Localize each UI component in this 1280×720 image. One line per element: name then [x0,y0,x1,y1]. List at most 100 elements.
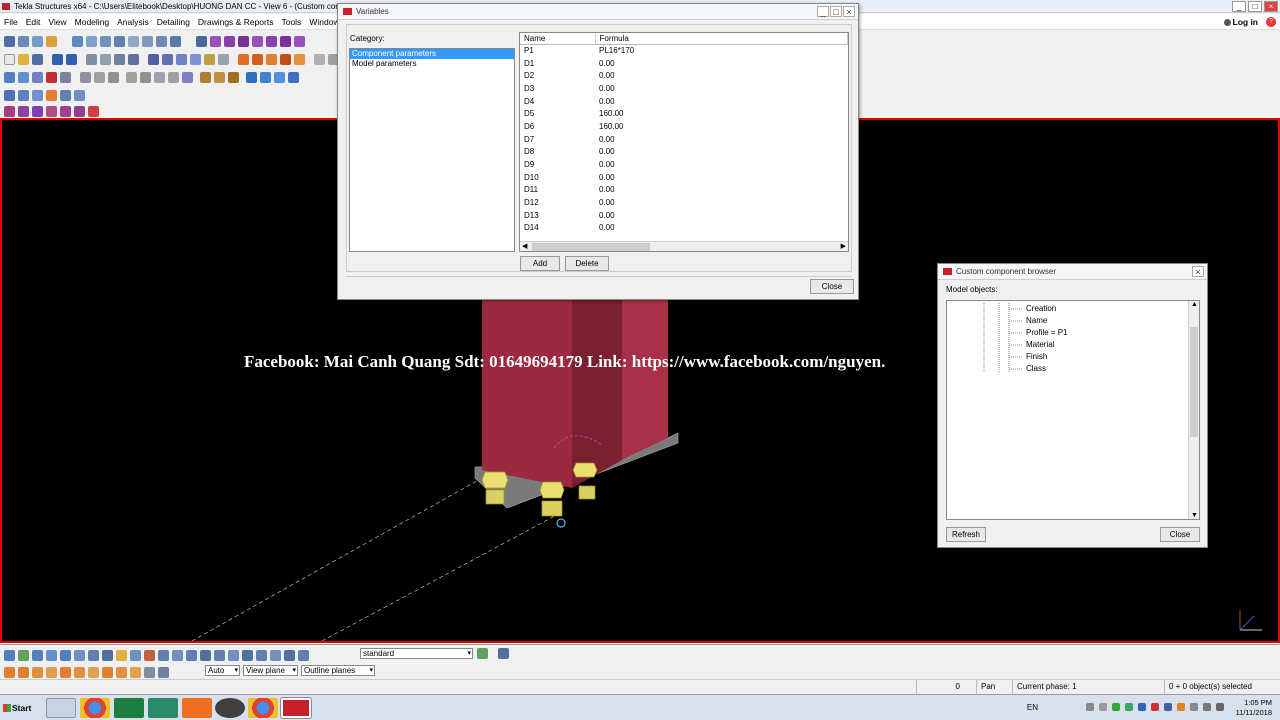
select-grids-icon[interactable] [130,649,141,661]
toolbar-select-weld-icon[interactable] [114,35,125,47]
beam-line-icon[interactable] [126,71,137,83]
column-header-name[interactable]: Name [520,33,596,45]
window-icon[interactable] [148,53,159,65]
create-plane-icon[interactable] [32,71,43,83]
outline-planes-select[interactable]: Outline planes [301,665,375,676]
plane-depth-select[interactable]: Auto [205,665,240,676]
variable-row[interactable]: D7 0.00 [520,133,848,146]
scroll-down-arrow-icon[interactable]: ▼ [1191,512,1198,519]
variable-name-cell[interactable]: P1 [520,44,595,57]
measure-dist-icon[interactable] [74,105,85,117]
bolt-icon[interactable] [200,71,211,83]
select-text-icon[interactable] [284,649,295,661]
wireframe-icon[interactable] [18,89,29,101]
variable-row[interactable]: D6 160.00 [520,120,848,133]
variable-name-cell[interactable]: D11 [520,184,595,197]
create-view-icon[interactable] [176,53,187,65]
variable-formula-cell[interactable]: 0.00 [595,57,848,70]
close-browser-bottom-button[interactable]: Close [1160,527,1200,542]
measure-icon[interactable] [4,105,15,117]
column-web[interactable] [572,300,622,488]
select-surface-treat-icon[interactable] [242,649,253,661]
variable-formula-cell[interactable]: 0.00 [595,95,848,108]
select-components-icon[interactable] [116,649,127,661]
select-planes-icon[interactable] [158,649,169,661]
menu-view[interactable]: View [44,17,70,27]
menu-edit[interactable]: Edit [22,17,45,27]
variable-row[interactable]: D13 0.00 [520,209,848,222]
minimize-dialog-button[interactable]: _ [817,6,829,17]
toolbar-snap-center-icon[interactable] [224,35,235,47]
variable-row[interactable]: D10 0.00 [520,171,848,184]
measure-bolt-icon[interactable] [46,105,57,117]
toolbar-binoculars-icon[interactable] [4,35,15,47]
variable-formula-cell[interactable]: 0.00 [595,171,848,184]
variable-name-cell[interactable]: D7 [520,133,595,146]
variable-name-cell[interactable]: D12 [520,196,595,209]
toolbar-select-object-icon[interactable] [156,35,167,47]
create-point-icon[interactable] [4,71,15,83]
variable-row[interactable]: D12 0.00 [520,196,848,209]
variable-row[interactable]: D9 0.00 [520,158,848,171]
select-views-icon[interactable] [88,649,99,661]
snap-ref-icon[interactable] [4,666,15,678]
catalog-icon[interactable] [280,53,291,65]
tekla-taskbar-icon[interactable] [281,698,311,718]
menu-drawings-reports[interactable]: Drawings & Reports [194,17,278,27]
tray-app-icon[interactable] [1125,703,1133,711]
maximize-dialog-button[interactable]: □ [830,6,842,17]
variable-name-cell[interactable]: D8 [520,146,595,159]
open-file-icon[interactable] [18,53,29,65]
create-grid-icon[interactable] [18,71,29,83]
snap-override-icon[interactable] [158,666,169,678]
variable-formula-cell[interactable]: 160.00 [595,120,848,133]
select-reference-icon[interactable] [144,649,155,661]
tray-antivirus-icon[interactable] [1151,703,1159,711]
variable-row[interactable]: D2 0.00 [520,69,848,82]
clash-icon[interactable] [204,53,215,65]
render-icon[interactable] [4,89,15,101]
new-file-icon[interactable] [4,53,15,65]
scroll-up-arrow-icon[interactable]: ▲ [1191,301,1198,308]
toolbar-snap-line-icon[interactable] [280,35,291,47]
autocad-taskbar-icon[interactable] [148,698,178,718]
start-button[interactable]: Start [2,699,34,717]
explode-component-icon[interactable] [288,71,299,83]
variable-formula-cell[interactable]: 0.00 [595,196,848,209]
scroll-right-arrow-icon[interactable]: ▶ [841,242,846,250]
variable-formula-cell[interactable]: 0.00 [595,133,848,146]
measure-vector-icon[interactable] [60,105,71,117]
variable-formula-cell[interactable]: 0.00 [595,158,848,171]
column-flange-left[interactable] [482,300,572,488]
select-dims-icon[interactable] [256,649,267,661]
anchor-bolt[interactable] [539,481,565,517]
shaded-icon[interactable] [32,89,43,101]
tray-battery-icon[interactable] [1086,703,1094,711]
variable-row[interactable]: D4 0.00 [520,95,848,108]
snap-perp-icon[interactable] [116,666,127,678]
snap-geom-icon[interactable] [18,666,29,678]
measure-angle-icon[interactable] [18,105,29,117]
create-wall-icon[interactable] [108,71,119,83]
snap-nearest-icon[interactable] [74,666,85,678]
redo-icon[interactable] [66,53,77,65]
variables-dialog-titlebar[interactable]: Variables _ □ × [338,4,858,20]
login-link[interactable]: Log in [1233,17,1259,27]
maximize-button[interactable]: □ [1248,1,1262,12]
select-welds-icon[interactable] [60,649,71,661]
orthogonal-beam-icon[interactable] [182,71,193,83]
save-icon[interactable] [32,53,43,65]
toolbar-snap-icon[interactable] [18,35,29,47]
curved-beam-icon[interactable] [154,71,165,83]
snap-mid-icon[interactable] [60,666,71,678]
variable-formula-cell[interactable]: PL16*170 [595,44,848,57]
create-slab-icon[interactable] [94,71,105,83]
language-indicator[interactable]: EN [1027,703,1038,712]
variable-name-cell[interactable]: D10 [520,171,595,184]
toolbar-snap-intersect-icon[interactable] [252,35,263,47]
explorer-taskbar-icon[interactable] [46,698,76,718]
column-header-formula[interactable]: Formula [595,33,848,45]
anchor-bolt[interactable] [481,471,509,505]
select-all-icon[interactable] [4,649,15,661]
snap-free-icon[interactable] [130,666,141,678]
